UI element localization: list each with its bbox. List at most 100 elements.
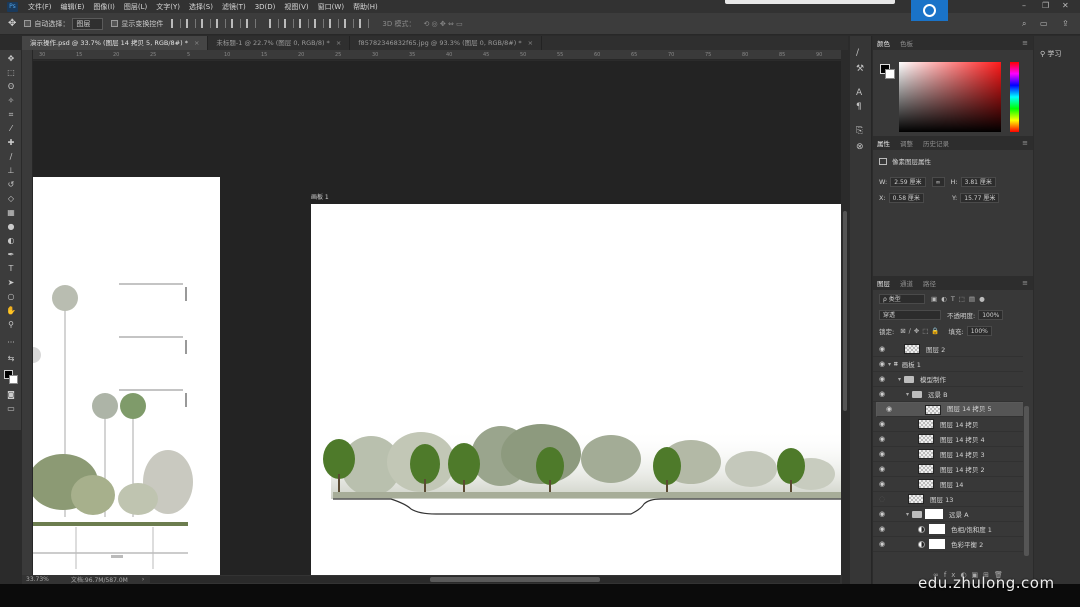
visibility-eye-icon[interactable]: ◉ — [876, 525, 888, 533]
opacity-field[interactable]: 100% — [978, 310, 1004, 320]
close-icon[interactable]: × — [528, 39, 533, 47]
photoshop-logo-icon[interactable]: Ps — [7, 1, 18, 12]
scroll-thumb[interactable] — [843, 211, 847, 411]
color-field[interactable] — [899, 62, 1001, 132]
layer-row[interactable]: ◉ ▾ 模型制作 — [873, 372, 1023, 387]
tab-document-2[interactable]: 未标题-1 @ 22.7% (图层 0, RGB/8) * × — [208, 36, 351, 50]
ruler-vertical[interactable] — [22, 50, 33, 578]
menu-edit[interactable]: 编辑(E) — [61, 2, 85, 12]
layer-row[interactable]: ◉ 色彩平衡 2 — [873, 537, 1023, 552]
distribute-center-icon[interactable] — [329, 19, 340, 28]
close-icon[interactable]: × — [336, 39, 341, 47]
layer-name[interactable]: 图层 14 拷贝 5 — [947, 404, 992, 415]
close-icon[interactable]: × — [194, 39, 199, 47]
layer-name[interactable]: 图层 14 — [940, 479, 963, 489]
layer-name[interactable]: 图层 14 拷贝 4 — [940, 434, 985, 444]
fill-field[interactable]: 100% — [966, 326, 992, 336]
share-icon[interactable]: ⇪ — [1062, 19, 1069, 28]
distribute-right-icon[interactable] — [344, 19, 355, 28]
menu-3d[interactable]: 3D(D) — [255, 3, 276, 11]
artboard-label[interactable]: 画板 1 — [311, 192, 329, 201]
distribute-bottom-icon[interactable] — [299, 19, 310, 28]
healing-brush-icon[interactable]: ✚ — [6, 138, 16, 148]
layer-name[interactable]: 色相/饱和度 1 — [951, 524, 992, 534]
scroll-thumb[interactable] — [430, 577, 600, 582]
visibility-eye-icon[interactable]: ◉ — [876, 375, 888, 383]
tab-paths[interactable]: 路径 — [923, 278, 936, 288]
layer-filter-dropdown[interactable]: ρ 类型 — [879, 294, 925, 304]
type-tool-icon[interactable]: T — [6, 264, 16, 274]
layer-row[interactable]: ◉ 图层 14 拷贝 3 — [873, 447, 1023, 462]
blend-mode-dropdown[interactable]: 穿透 — [879, 310, 941, 320]
tab-layers[interactable]: 图层 — [877, 278, 890, 288]
tab-history[interactable]: 历史记录 — [923, 138, 949, 148]
lock-icons[interactable]: ⊠∕✥⬚🔒 — [900, 327, 942, 335]
paragraph-panel-icon[interactable]: ¶ — [856, 102, 862, 112]
eraser-icon[interactable]: ◇ — [6, 194, 16, 204]
menu-layer[interactable]: 图层(L) — [124, 2, 147, 12]
layer-name[interactable]: 图层 13 — [930, 494, 953, 504]
layer-name[interactable]: 图层 14 拷贝 2 — [940, 464, 985, 474]
distribute-left-icon[interactable] — [314, 19, 325, 28]
align-center-icon[interactable] — [186, 19, 197, 28]
more-tools-icon[interactable]: ··· — [6, 338, 16, 348]
brush-tool-icon[interactable]: ∕ — [6, 152, 16, 162]
visibility-eye-icon[interactable]: ◉ — [876, 360, 888, 368]
gradient-tool-icon[interactable]: ▦ — [6, 208, 16, 218]
screen-mode-icon[interactable]: ▭ — [6, 404, 16, 414]
lasso-tool-icon[interactable]: ʘ — [6, 82, 16, 92]
close-icon[interactable]: ✕ — [1062, 1, 1069, 10]
panel-menu-icon[interactable]: ≡ — [1022, 279, 1028, 287]
tab-properties[interactable]: 属性 — [877, 138, 890, 148]
move-tool-icon[interactable]: ✥ — [8, 18, 16, 29]
layer-row[interactable]: ◉ 图层 14 拷贝 2 — [873, 462, 1023, 477]
clone-source-icon[interactable]: ⎘ — [856, 126, 863, 136]
layer-row[interactable]: ◉ ▾ ⌗ 画板 1 — [873, 357, 1023, 372]
layer-row[interactable]: ◉ 图层 2 — [873, 342, 1023, 357]
layer-row[interactable]: ◌ 图层 13 — [873, 492, 1023, 507]
layer-name[interactable]: 图层 14 拷贝 3 — [940, 449, 985, 459]
visibility-eye-icon[interactable]: ◉ — [883, 404, 895, 415]
visibility-eye-icon[interactable]: ◉ — [876, 450, 888, 458]
show-transform-option[interactable]: 显示变换控件 — [111, 19, 163, 29]
canvas-vertical-scrollbar[interactable] — [841, 61, 849, 575]
brush-settings-icon[interactable]: ∕ — [856, 48, 859, 58]
visibility-eye-icon[interactable]: ◉ — [876, 510, 888, 518]
auto-align-icon[interactable] — [359, 19, 370, 28]
dodge-tool-icon[interactable]: ◐ — [6, 236, 16, 246]
layer-row[interactable]: ◉ 色相/饱和度 1 — [873, 522, 1023, 537]
path-select-icon[interactable]: ➤ — [6, 278, 16, 288]
layer-name[interactable]: 色彩平衡 2 — [951, 539, 983, 549]
3d-panel-icon[interactable]: ⊗ — [856, 142, 864, 152]
align-middle-icon[interactable] — [231, 19, 242, 28]
menu-view[interactable]: 视图(V) — [284, 2, 308, 12]
layer-row[interactable]: ◉ 图层 14 拷贝 4 — [873, 432, 1023, 447]
marquee-tool-icon[interactable]: ⬚ — [6, 68, 16, 78]
tab-document-1[interactable]: 演示操作.psd @ 33.7% (图层 14 拷贝 5, RGB/8#) * × — [22, 36, 209, 50]
menu-select[interactable]: 选择(S) — [189, 2, 213, 12]
background-color-swatch[interactable] — [9, 375, 18, 384]
menu-help[interactable]: 帮助(H) — [353, 2, 378, 12]
y-field[interactable]: 15.77 厘米 — [960, 193, 1000, 203]
blur-tool-icon[interactable]: ● — [6, 222, 16, 232]
layer-row-selected[interactable]: ◉ 图层 14 拷贝 5 — [876, 402, 1023, 417]
layer-name[interactable]: 图层 14 拷贝 — [940, 419, 978, 429]
layers-scrollbar[interactable] — [1024, 406, 1029, 556]
filter-icons[interactable]: ▣◐T⬚▤● — [931, 295, 989, 303]
hand-tool-icon[interactable]: ✋ — [6, 306, 16, 316]
menu-image[interactable]: 图像(I) — [93, 2, 115, 12]
height-field[interactable]: 3.81 厘米 — [960, 177, 996, 187]
layer-row[interactable]: ◉ ▾ 远景 B — [873, 387, 1023, 402]
width-field[interactable]: 2.59 厘米 — [890, 177, 926, 187]
document-left-page[interactable] — [33, 177, 220, 575]
chevron-down-icon[interactable]: ▾ — [906, 511, 909, 518]
chevron-down-icon[interactable]: ▾ — [898, 376, 901, 383]
tab-channels[interactable]: 通道 — [900, 278, 913, 288]
auto-select-dropdown[interactable]: 图层 — [72, 17, 104, 30]
clone-stamp-icon[interactable]: ⊥ — [6, 166, 16, 176]
visibility-eye-icon[interactable]: ◉ — [876, 465, 888, 473]
hue-slider[interactable] — [1010, 62, 1019, 132]
tab-document-3[interactable]: f85782346832f65.jpg @ 93.3% (图层 0, RGB/8… — [350, 36, 543, 50]
restore-icon[interactable]: ❐ — [1042, 1, 1049, 10]
chevron-down-icon[interactable]: ▾ — [888, 361, 891, 368]
